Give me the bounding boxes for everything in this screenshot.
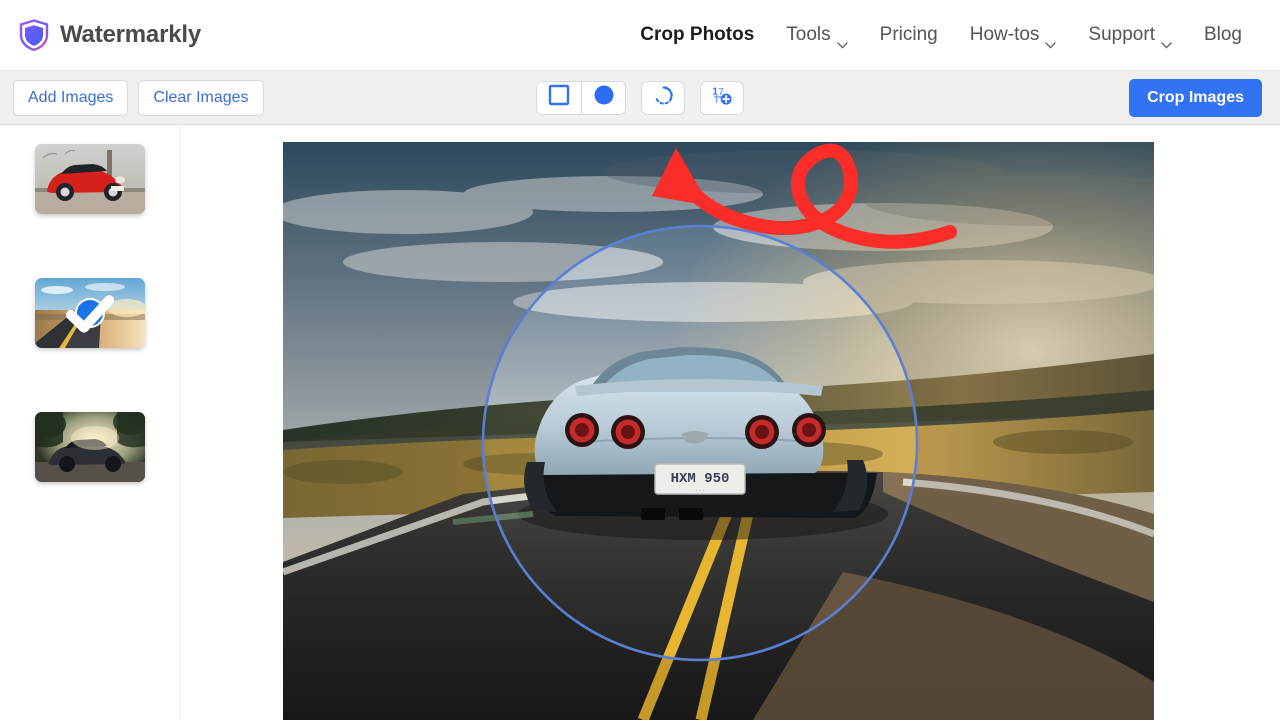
brand-logo[interactable]: Watermarkly bbox=[19, 19, 201, 52]
crop-shape-segmented-control bbox=[536, 80, 626, 115]
square-crop-shape-button[interactable] bbox=[537, 81, 581, 114]
toolbar-right-group: Crop Images bbox=[1129, 78, 1262, 117]
rotate-reset-button[interactable] bbox=[641, 80, 685, 115]
chevron-down-icon bbox=[1045, 33, 1057, 49]
circle-filled-icon bbox=[593, 84, 615, 111]
clear-images-button[interactable]: Clear Images bbox=[138, 79, 264, 116]
image-thumbnail-sidebar bbox=[0, 126, 180, 720]
toolbar-center-group: 1 7 bbox=[536, 80, 744, 115]
chevron-down-icon bbox=[836, 33, 848, 49]
nav-item-crop-photos[interactable]: Crop Photos bbox=[624, 18, 770, 52]
editor-workspace: HXM 950 - - - bbox=[0, 126, 1280, 720]
desert-road-sunset-thumbnail[interactable] bbox=[34, 278, 145, 348]
crop-images-button[interactable]: Crop Images bbox=[1129, 78, 1262, 117]
nav-item-blog[interactable]: Blog bbox=[1188, 18, 1258, 52]
nav-label: Pricing bbox=[879, 24, 938, 45]
nav-label: How-tos bbox=[969, 24, 1040, 45]
main-image[interactable]: HXM 950 - - - bbox=[283, 142, 1154, 720]
shield-icon bbox=[19, 19, 49, 52]
brand-name: Watermarkly bbox=[60, 21, 201, 48]
aspect-ratio-button[interactable]: 1 7 bbox=[700, 80, 744, 115]
nav-label: Crop Photos bbox=[640, 24, 755, 45]
crop-dim-overlay bbox=[283, 142, 1154, 720]
editor-toolbar: Add Images Clear Images 1 7 Crop Images bbox=[0, 71, 1280, 125]
rotate-reset-icon bbox=[653, 85, 674, 111]
site-header: Watermarkly Crop Photos Tools Pricing Ho… bbox=[0, 0, 1280, 71]
nav-item-tools[interactable]: Tools bbox=[770, 18, 863, 52]
crop-canvas[interactable]: HXM 950 - - - bbox=[283, 142, 1154, 720]
nav-label: Tools bbox=[786, 24, 831, 45]
selected-check-badge bbox=[65, 295, 114, 333]
check-icon bbox=[35, 278, 145, 348]
nav-label: Blog bbox=[1203, 24, 1242, 45]
toolbar-left-group: Add Images Clear Images bbox=[13, 79, 264, 116]
nav-item-how-tos[interactable]: How-tos bbox=[954, 18, 1073, 52]
nav-item-support[interactable]: Support bbox=[1072, 18, 1188, 52]
nav-label: Support bbox=[1088, 24, 1155, 45]
grey-muscle-car-thumbnail[interactable] bbox=[34, 412, 145, 482]
chevron-down-icon bbox=[1161, 33, 1172, 49]
add-images-button[interactable]: Add Images bbox=[13, 79, 129, 116]
circle-crop-shape-button[interactable] bbox=[581, 81, 625, 114]
add-aspect-ratio-icon: 1 7 bbox=[711, 84, 733, 111]
square-outline-icon bbox=[548, 84, 570, 111]
main-navigation: Crop Photos Tools Pricing How-tos Suppor… bbox=[624, 18, 1258, 52]
nav-item-pricing[interactable]: Pricing bbox=[864, 18, 954, 52]
red-sports-car-thumbnail[interactable] bbox=[34, 144, 145, 214]
